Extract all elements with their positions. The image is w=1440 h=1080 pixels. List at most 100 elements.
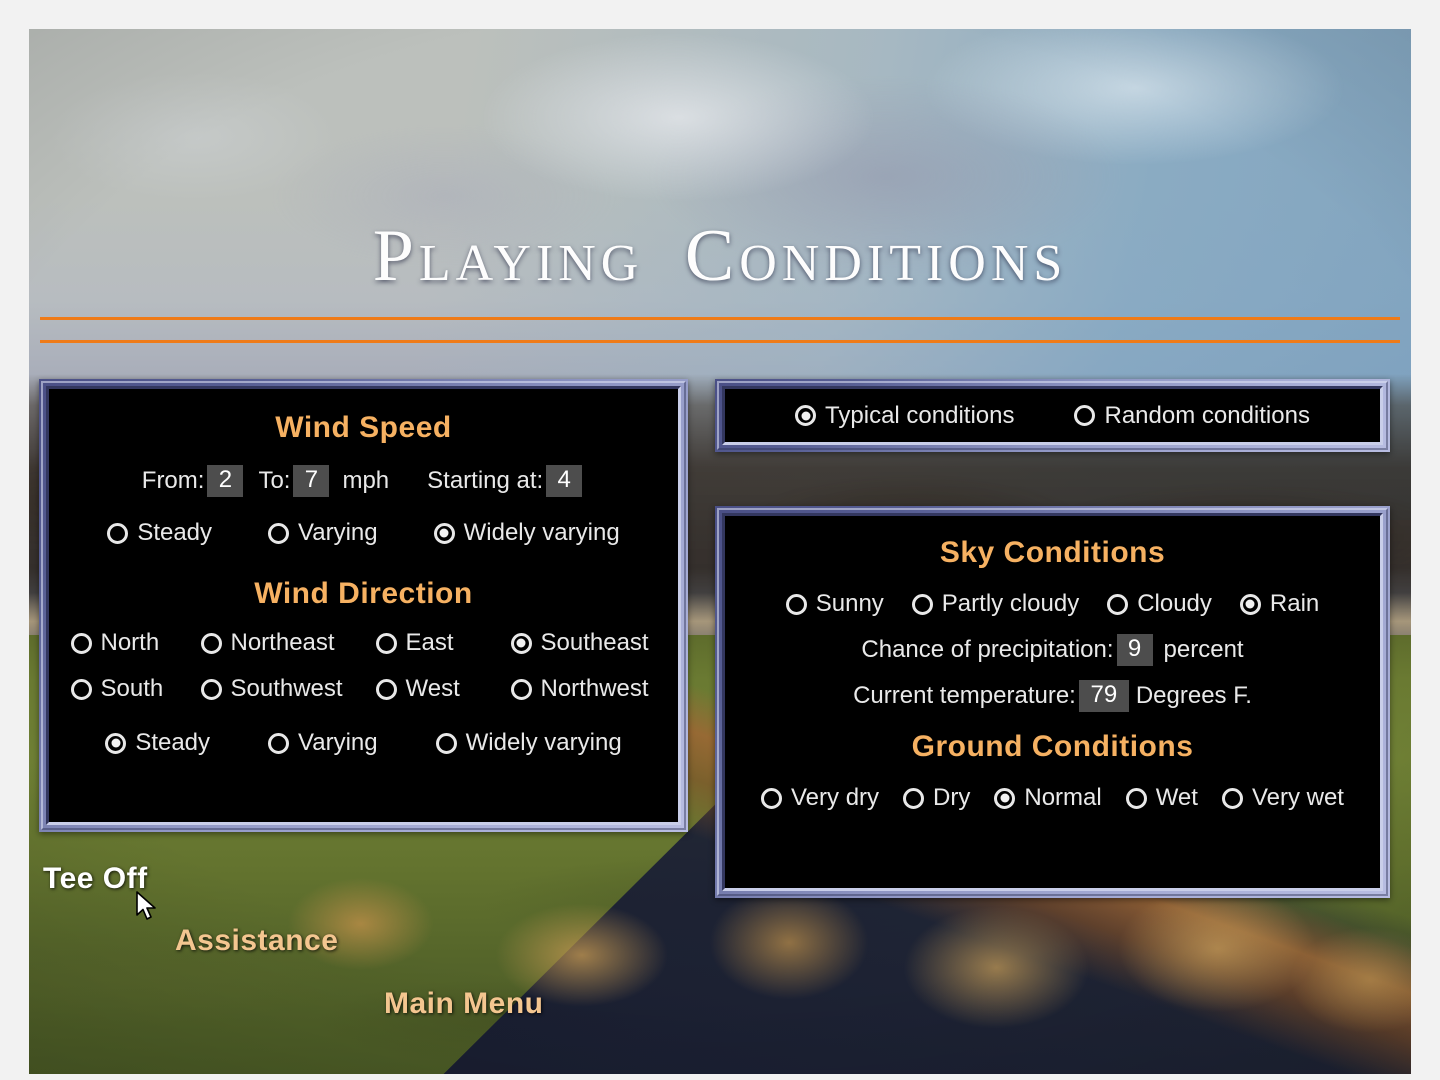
radio-label: Dry	[933, 784, 971, 811]
wind-direction-steady-radio[interactable]: Steady	[105, 729, 210, 757]
wind-panel: Wind Speed From: 2 To: 7 mph Starting at…	[39, 379, 688, 832]
radio-label: Northeast	[230, 629, 335, 656]
wind-from-label: From:	[141, 467, 205, 494]
wind-direction-northwest-radio[interactable]: Northwest	[510, 675, 681, 703]
page-title: Playing Conditions	[372, 215, 1068, 297]
wind-speed-range-row: From: 2 To: 7 mph Starting at: 4	[49, 465, 678, 497]
conditions-mode-panel: Typical conditions Random conditions	[715, 379, 1390, 452]
ground-wet-radio[interactable]: Wet	[1125, 784, 1198, 812]
radio-dot-icon	[903, 787, 925, 809]
radio-dot-icon	[200, 632, 222, 654]
radio-label: Sunny	[815, 590, 884, 617]
radio-label: West	[405, 675, 460, 702]
radio-dot-icon	[785, 593, 807, 615]
wind-speed-varying-radio[interactable]: Varying	[268, 519, 378, 547]
wind-direction-east-radio[interactable]: East	[375, 629, 511, 657]
wind-direction-southwest-radio[interactable]: Southwest	[200, 675, 376, 703]
radio-label: Wet	[1155, 784, 1198, 811]
radio-label: Very dry	[791, 784, 880, 811]
ground-dry-radio[interactable]: Dry	[903, 784, 970, 812]
sky-cloudy-radio[interactable]: Cloudy	[1107, 590, 1212, 618]
radio-dot-icon	[268, 522, 290, 544]
radio-dot-icon	[1239, 593, 1261, 615]
radio-label: Random conditions	[1104, 401, 1310, 429]
radio-dot-icon	[994, 787, 1016, 809]
tee-off-button[interactable]: Tee Off	[43, 862, 148, 896]
radio-label: Varying	[298, 729, 378, 756]
radio-dot-icon	[105, 732, 127, 754]
ground-very-dry-radio[interactable]: Very dry	[761, 784, 879, 812]
radio-label: Cloudy	[1137, 590, 1212, 617]
wind-direction-north-radio[interactable]: North	[70, 629, 201, 657]
game-viewport: Playing Conditions Wind Speed From: 2 To…	[29, 29, 1411, 1074]
radio-label: East	[405, 629, 454, 656]
conditions-mode-row: Typical conditions Random conditions	[725, 389, 1380, 442]
sky-rain-radio[interactable]: Rain	[1239, 590, 1320, 618]
wind-direction-northeast-radio[interactable]: Northeast	[200, 629, 376, 657]
ground-normal-radio[interactable]: Normal	[994, 784, 1102, 812]
wind-speed-variability-row: Steady Varying Widely varying	[49, 519, 678, 547]
weather-panel: Sky Conditions Sunny Partly cloudy Cloud…	[715, 506, 1390, 898]
radio-dot-icon	[761, 787, 782, 809]
wind-starting-label: Starting at:	[427, 467, 544, 494]
sky-partly-cloudy-radio[interactable]: Partly cloudy	[911, 590, 1080, 618]
sky-conditions-row: Sunny Partly cloudy Cloudy Rain	[725, 590, 1380, 618]
radio-label: Widely varying	[463, 519, 620, 546]
wind-direction-variability-row: Steady Varying Widely varying	[49, 729, 678, 757]
precipitation-label: Chance of precipitation:	[861, 636, 1114, 663]
radio-dot-icon	[1221, 787, 1243, 809]
wind-from-input[interactable]: 2	[207, 465, 244, 497]
wind-direction-southeast-radio[interactable]: Southeast	[510, 629, 681, 657]
wind-starting-input[interactable]: 4	[546, 465, 583, 497]
wind-direction-title: Wind Direction	[254, 577, 473, 610]
temperature-label: Current temperature:	[853, 682, 1076, 709]
ground-conditions-row: Very dry Dry Normal Wet Very wet	[725, 784, 1380, 812]
temperature-row: Current temperature: 79 Degrees F.	[725, 680, 1380, 712]
wind-speed-widely-varying-radio[interactable]: Widely varying	[433, 519, 620, 547]
radio-dot-icon	[70, 678, 92, 700]
radio-dot-icon	[795, 405, 817, 426]
wind-speed-title: Wind Speed	[275, 411, 452, 444]
precipitation-input[interactable]: 9	[1116, 634, 1153, 666]
sky-conditions-title: Sky Conditions	[939, 536, 1166, 569]
ground-very-wet-radio[interactable]: Very wet	[1221, 784, 1344, 812]
radio-label: Southwest	[230, 675, 343, 702]
temperature-input[interactable]: 79	[1078, 680, 1129, 712]
radio-dot-icon	[375, 678, 397, 700]
wind-direction-widely-varying-radio[interactable]: Widely varying	[435, 729, 622, 757]
radio-dot-icon	[435, 732, 457, 754]
wind-to-input[interactable]: 7	[293, 465, 330, 497]
radio-label: North	[100, 629, 160, 656]
screen-root: Playing Conditions Wind Speed From: 2 To…	[0, 0, 1440, 1080]
ground-conditions-title: Ground Conditions	[911, 730, 1194, 763]
radio-dot-icon	[510, 678, 532, 700]
radio-label: Partly cloudy	[941, 590, 1080, 617]
radio-dot-icon	[268, 732, 290, 754]
radio-label: South	[100, 675, 164, 702]
radio-dot-icon	[1074, 405, 1096, 426]
radio-dot-icon	[1125, 787, 1147, 809]
wind-unit-label: mph	[342, 467, 390, 494]
radio-label: Rain	[1269, 590, 1320, 617]
radio-dot-icon	[911, 593, 933, 615]
wind-direction-varying-radio[interactable]: Varying	[268, 729, 378, 757]
wind-direction-west-radio[interactable]: West	[375, 675, 511, 703]
wind-speed-steady-radio[interactable]: Steady	[107, 519, 212, 547]
title-rule-bottom	[40, 340, 1400, 343]
temperature-unit: Degrees F.	[1135, 682, 1252, 709]
sky-sunny-radio[interactable]: Sunny	[785, 590, 884, 618]
radio-dot-icon	[510, 632, 532, 654]
radio-label: Very wet	[1251, 784, 1344, 811]
main-menu-button[interactable]: Main Menu	[384, 987, 544, 1021]
wind-direction-south-radio[interactable]: South	[70, 675, 201, 703]
radio-label: Typical conditions	[825, 401, 1015, 429]
typical-conditions-radio[interactable]: Typical conditions	[795, 402, 1014, 430]
radio-label: Steady	[137, 519, 213, 546]
radio-label: Normal	[1024, 784, 1102, 811]
assistance-button[interactable]: Assistance	[175, 924, 338, 958]
radio-label: Varying	[298, 519, 378, 546]
radio-dot-icon	[200, 678, 222, 700]
random-conditions-radio[interactable]: Random conditions	[1074, 401, 1310, 430]
title-rule-top	[40, 317, 1400, 320]
radio-label: Southeast	[540, 629, 649, 656]
